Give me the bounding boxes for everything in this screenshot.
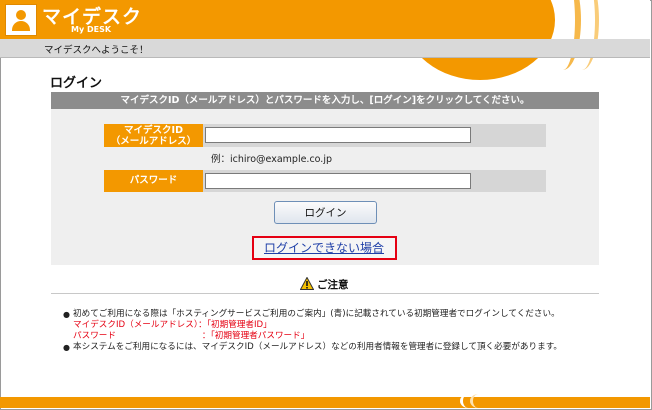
id-label-line2: （メールアドレス） [110,136,197,147]
header: マイデスク My DESK [0,0,650,80]
login-button[interactable]: ログイン [274,201,377,224]
footer-band [0,397,650,408]
note-text: 初めてご利用になる際は「ホスティングサービスご利用のご案内」(青)に記載されてい… [73,309,560,319]
footer-decoration [470,394,487,408]
instruction-bar: マイデスクID（メールアドレス）とパスワードを入力し、[ログイン]をクリックして… [51,92,599,109]
bullet-icon: ● [63,343,70,352]
warning-icon [300,277,314,290]
password-label: パスワード [104,170,203,192]
user-icon-head [16,10,26,20]
welcome-text: マイデスクへようこそ！ [44,45,149,56]
note-item: ● 本システムをご利用になるには、マイデスクID（メールアドレス）などの利用者情… [63,342,563,353]
note-text: 本システムをご利用になるには、マイデスクID（メールアドレス）などの利用者情報を… [73,342,563,352]
caution-divider [51,293,599,294]
welcome-bar: マイデスクへようこそ！ [0,39,650,58]
id-label: マイデスクID （メールアドレス） [104,124,203,147]
id-input[interactable] [205,127,471,143]
user-icon-body [12,21,30,31]
id-label-line1: マイデスクID [124,125,183,136]
page-title: ログイン [50,76,103,91]
note-initial-id: マイデスクID（メールアドレス）：「初期管理者ID」 [73,320,272,330]
caution-title: ご注意 [317,279,349,291]
note-initial-password: パスワード ：「初期管理者パスワード」 [73,331,310,341]
user-icon [5,4,37,36]
caution-notes: ● 初めてご利用になる際は「ホスティングサービスご利用のご案内」(青)に記載され… [63,309,563,353]
id-example-text: 例：ichiro@example.co.jp [211,154,332,165]
password-input[interactable] [205,173,471,189]
note-item: ● 初めてご利用になる際は「ホスティングサービスご利用のご案内」(青)に記載され… [63,309,562,320]
bullet-icon: ● [63,310,70,319]
cannot-login-link[interactable]: ログインできない場合 [264,239,384,256]
caution-heading: ご注意 [300,277,349,292]
app-subtitle: My DESK [71,25,112,34]
